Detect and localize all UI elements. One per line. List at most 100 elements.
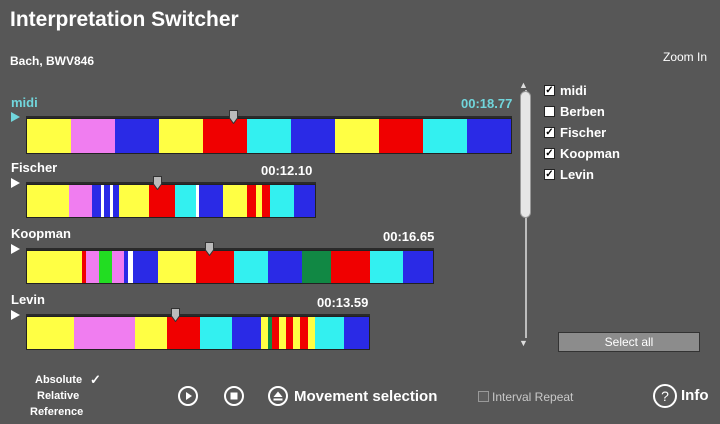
timeline-bar-koopman[interactable] <box>26 250 434 284</box>
timeline-segment <box>247 119 291 153</box>
timeline-segment <box>115 119 159 153</box>
track-time-midi: 00:18.77 <box>461 96 513 111</box>
checkbox-berben[interactable] <box>544 106 555 117</box>
interpretation-label-fischer: Fischer <box>560 125 607 140</box>
playhead-marker-koopman[interactable] <box>205 242 214 256</box>
zoom-in-button[interactable]: Zoom In <box>663 50 707 64</box>
timeline-segment <box>246 185 256 217</box>
checkbox-levin[interactable]: ✓ <box>544 169 555 180</box>
timeline-segment <box>27 119 71 153</box>
info-button[interactable]: Info <box>681 387 709 404</box>
checkbox-koopman[interactable]: ✓ <box>544 148 555 159</box>
timeline-segment <box>27 317 74 349</box>
timeline-segment <box>403 251 433 283</box>
selected-check-icon: ✓ <box>90 372 101 387</box>
play-icon <box>186 392 192 400</box>
play-icon[interactable] <box>11 244 20 254</box>
timeline-segment <box>234 251 269 283</box>
timeline-bar-fischer[interactable] <box>26 184 316 218</box>
scroll-up-icon[interactable]: ▲ <box>519 80 528 90</box>
timeline-segment <box>222 185 247 217</box>
track-name-levin: Levin <box>11 292 45 307</box>
timeline-segment <box>301 251 332 283</box>
timeline-segment <box>331 251 370 283</box>
timeline-segment <box>343 317 369 349</box>
timeline-segment <box>467 119 511 153</box>
play-icon[interactable] <box>11 112 20 122</box>
app-title: Interpretation Switcher <box>10 8 239 31</box>
mode-relative[interactable]: Relative <box>37 390 79 402</box>
timeline-segment <box>286 317 294 349</box>
timeline-segment <box>379 119 423 153</box>
timeline-segment <box>158 251 197 283</box>
interpretation-label-berben: Berben <box>560 104 605 119</box>
stop-icon <box>230 392 238 400</box>
timeline-segment <box>293 317 301 349</box>
timeline-segment <box>73 317 135 349</box>
timeline-segment <box>369 251 404 283</box>
timeline-bar-levin[interactable] <box>26 316 370 350</box>
timeline-segment <box>111 251 125 283</box>
timeline-segment <box>335 119 379 153</box>
timeline-segment <box>300 317 308 349</box>
mode-reference[interactable]: Reference <box>30 406 83 418</box>
checkbox-midi[interactable]: ✓ <box>544 85 555 96</box>
playhead-marker-midi[interactable] <box>229 110 238 124</box>
scroll-down-icon[interactable]: ▼ <box>519 338 528 348</box>
check-icon: ✓ <box>545 85 554 96</box>
track-time-koopman: 00:16.65 <box>383 229 435 244</box>
timeline-segment <box>132 251 159 283</box>
check-icon: ✓ <box>545 127 554 138</box>
scrollbar-thumb[interactable] <box>520 91 531 218</box>
track-time-fischer: 00:12.10 <box>261 163 313 178</box>
timeline-segment <box>232 317 261 349</box>
timeline-segment <box>196 251 235 283</box>
help-icon[interactable]: ? <box>653 384 677 408</box>
interpretation-label-midi: midi <box>560 83 587 98</box>
check-icon: ✓ <box>545 169 554 180</box>
check-icon: ✓ <box>545 148 554 159</box>
mode-absolute[interactable]: Absolute <box>35 374 82 386</box>
track-name-fischer: Fischer <box>11 160 58 175</box>
eject-icon[interactable] <box>268 386 288 406</box>
playhead-marker-levin[interactable] <box>171 308 180 322</box>
timeline-segment <box>260 317 269 349</box>
timeline-segment <box>270 185 295 217</box>
timeline-segment <box>27 251 82 283</box>
track-name-midi: midi <box>11 95 38 110</box>
interpretation-label-levin: Levin <box>560 167 594 182</box>
play-icon[interactable] <box>11 178 20 188</box>
timeline-segment <box>261 185 271 217</box>
interpretation-label-koopman: Koopman <box>560 146 620 161</box>
timeline-segment <box>92 185 102 217</box>
timeline-segment <box>291 119 335 153</box>
piece-title: Bach, BWV846 <box>10 54 95 68</box>
timeline-segment <box>314 317 344 349</box>
interval-repeat-checkbox[interactable] <box>478 391 489 402</box>
timeline-segment <box>119 185 149 217</box>
play-icon[interactable] <box>11 310 20 320</box>
playhead-marker-fischer[interactable] <box>153 176 162 190</box>
timeline-segment <box>199 185 223 217</box>
timeline-segment <box>68 185 93 217</box>
timeline-segment <box>71 119 115 153</box>
timeline-segment <box>199 317 233 349</box>
timeline-segment <box>175 185 197 217</box>
timeline-segment <box>27 185 69 217</box>
timeline-bar-midi[interactable] <box>26 118 512 154</box>
timeline-segment <box>98 251 112 283</box>
timeline-segment <box>134 317 168 349</box>
timeline-segment <box>278 317 287 349</box>
timeline-segment <box>159 119 203 153</box>
timeline-segment <box>423 119 467 153</box>
play-button[interactable] <box>178 386 198 406</box>
track-name-koopman: Koopman <box>11 226 71 241</box>
movement-selection-button[interactable]: Movement selection <box>294 388 437 405</box>
select-all-button[interactable]: Select all <box>558 332 700 352</box>
stop-button[interactable] <box>224 386 244 406</box>
checkbox-fischer[interactable]: ✓ <box>544 127 555 138</box>
timeline-segment <box>271 317 279 349</box>
timeline-segment <box>86 251 99 283</box>
timeline-segment <box>203 119 247 153</box>
interval-repeat-label: Interval Repeat <box>492 390 574 404</box>
